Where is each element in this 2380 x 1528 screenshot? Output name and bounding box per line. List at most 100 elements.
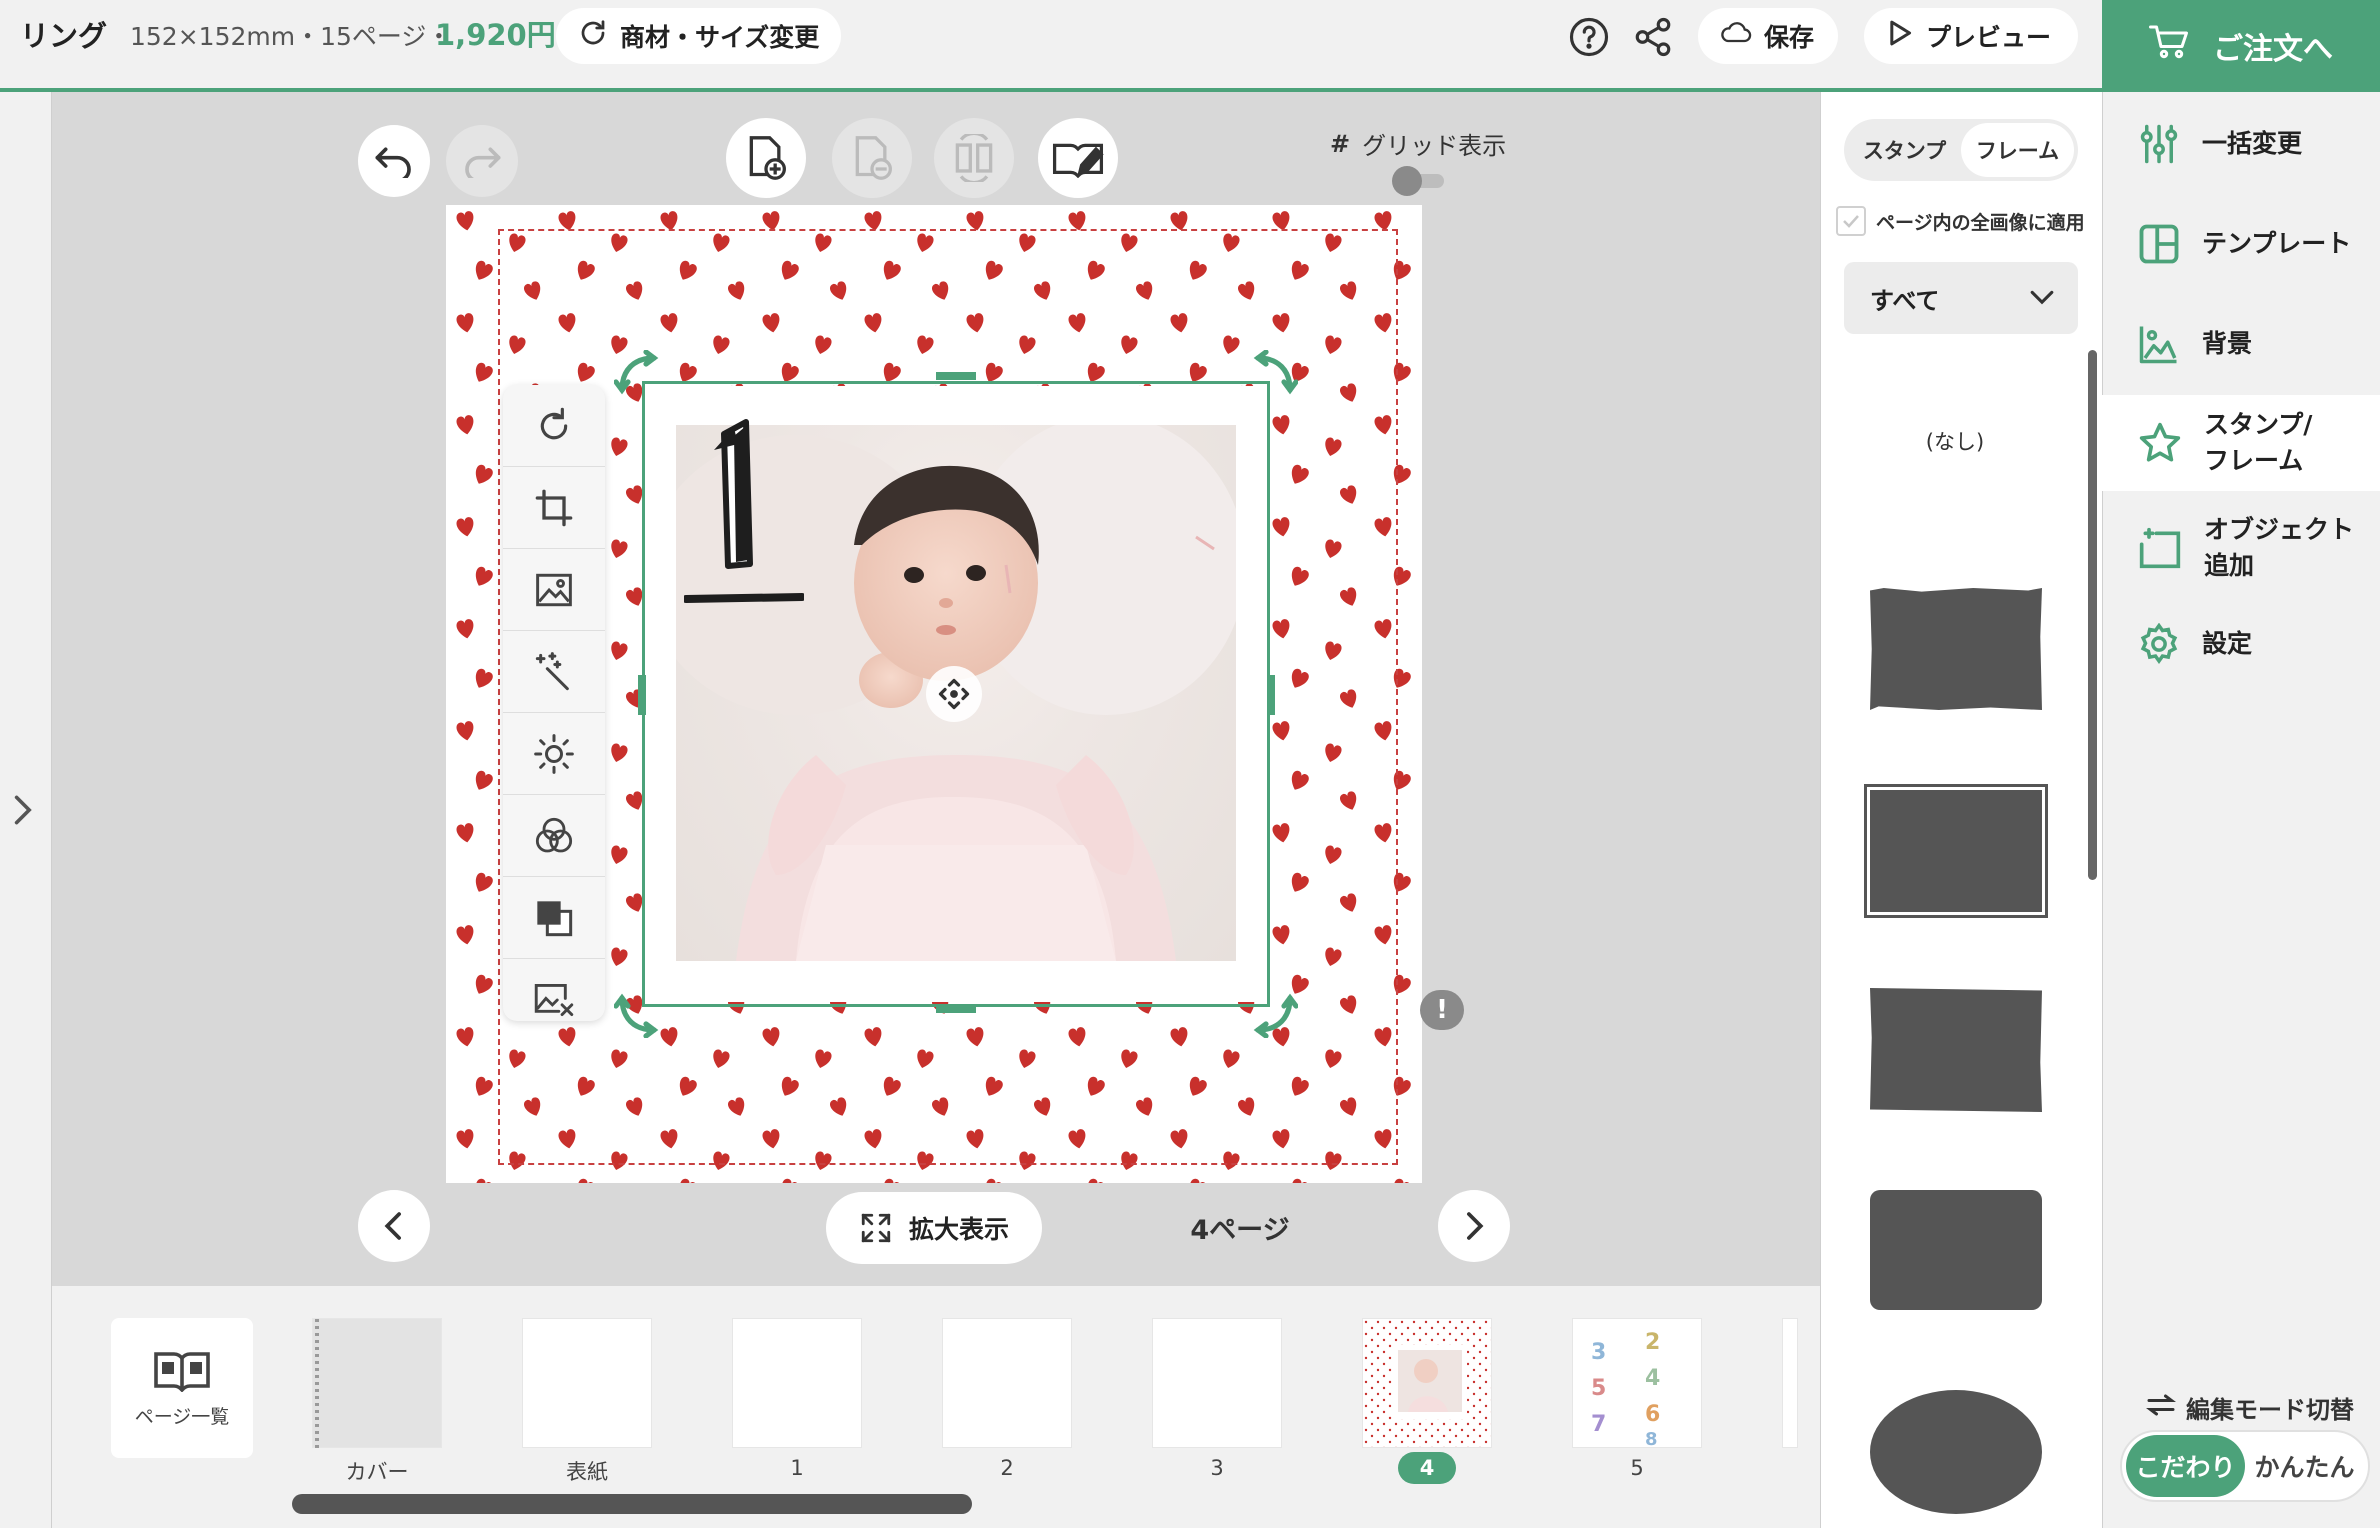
menu-item-bulk-edit[interactable]: 一括変更 [2102, 108, 2380, 180]
mode-switch-text: 編集モード切替 [2186, 1396, 2354, 1424]
thumbnail-label: 5 [1630, 1456, 1644, 1480]
brightness-tool-button[interactable] [503, 713, 605, 795]
prev-page-button[interactable] [358, 1190, 430, 1262]
menu-item-label: 設定 [2202, 629, 2253, 658]
warning-icon[interactable]: ! [1420, 990, 1464, 1030]
chevron-right-icon [1467, 1212, 1484, 1240]
edit-pages-button[interactable] [1038, 118, 1118, 198]
thumbnail-label: 表紙 [566, 1460, 608, 1484]
change-product-button[interactable]: 商材・サイズ変更 [556, 8, 842, 64]
mode-simple[interactable]: かんたん [2245, 1435, 2364, 1497]
rotate-icon [540, 407, 568, 439]
preview-label: プレビュー [1926, 23, 2052, 52]
remove-image-tool-button[interactable] [503, 959, 605, 1041]
svg-text:4: 4 [1645, 1366, 1660, 1391]
frame-option-rough[interactable] [1870, 988, 2042, 1112]
redo-button[interactable] [446, 125, 518, 197]
frame-list-scrollbar[interactable] [2088, 350, 2097, 880]
thumbnail-cover[interactable] [312, 1318, 442, 1449]
frame-option-oval[interactable] [1870, 1390, 2042, 1514]
rotate-tool-button[interactable] [503, 385, 605, 467]
menu-item-background[interactable]: 背景 [2102, 308, 2380, 380]
thumbnail-page-4[interactable] [1362, 1318, 1492, 1448]
apply-all-checkbox[interactable] [1836, 206, 1866, 236]
tab-frame[interactable]: フレーム [1961, 123, 2074, 177]
replace-image-tool-button[interactable] [503, 549, 605, 631]
thumbnail-partial[interactable] [1782, 1318, 1798, 1448]
svg-text:2: 2 [1645, 1330, 1660, 1355]
add-page-button[interactable] [726, 118, 806, 198]
svg-text:6: 6 [1645, 1402, 1660, 1427]
play-icon [1886, 18, 1914, 54]
undo-button[interactable] [358, 125, 430, 197]
star-icon [2139, 422, 2181, 462]
grid-toggle-switch[interactable] [1392, 166, 1446, 196]
resize-handle-left[interactable] [638, 675, 646, 715]
book-edit-icon [1052, 143, 1104, 178]
auto-enhance-tool-button[interactable] [503, 631, 605, 713]
frame-category-select[interactable]: すべて [1844, 262, 2078, 334]
sliders-icon [2140, 124, 2178, 164]
change-product-label: 商材・サイズ変更 [620, 23, 820, 52]
resize-handle-bottom[interactable] [936, 1005, 976, 1013]
thumbnail-scrollbar[interactable] [292, 1494, 972, 1514]
delete-page-button[interactable] [832, 118, 912, 198]
crop-tool-button[interactable] [503, 467, 605, 549]
frame-option-brush-1[interactable] [1870, 588, 2042, 710]
template-icon [2139, 224, 2179, 264]
swap-pages-icon [955, 134, 993, 182]
share-icon[interactable] [1630, 14, 1676, 60]
thumbnail-page-2[interactable] [942, 1318, 1072, 1448]
redo-icon [465, 147, 501, 178]
layers-icon [537, 900, 573, 936]
thumbnail-page-1[interactable] [732, 1318, 862, 1448]
menu-item-add-object[interactable]: オブジェクト 追加 [2102, 500, 2380, 596]
rotate-handle-bottom-right[interactable] [1246, 986, 1299, 1039]
move-icon [938, 678, 970, 710]
order-button[interactable]: ご注文へ [2102, 0, 2380, 92]
frame-option-none[interactable]: (なし) [1870, 426, 2040, 456]
color-filter-tool-button[interactable] [503, 795, 605, 877]
menu-item-stamp-frame[interactable]: スタンプ/ フレーム [2102, 395, 2380, 491]
swap-arrows-icon [2146, 1393, 2176, 1423]
svg-text:5: 5 [1591, 1376, 1606, 1401]
category-value: すべて [1870, 286, 1940, 315]
thumbnail-label: 1 [790, 1456, 804, 1480]
menu-item-settings[interactable]: 設定 [2102, 608, 2380, 680]
expand-panel-chevron-icon[interactable] [8, 792, 36, 832]
mode-advanced[interactable]: こだわり [2126, 1435, 2245, 1497]
frame-option-brush-2[interactable] [1864, 784, 2048, 918]
preview-button[interactable]: プレビュー [1864, 8, 2078, 64]
frame-option-rounded[interactable] [1870, 1190, 2042, 1310]
thumbnail-front[interactable] [522, 1318, 652, 1448]
zoom-button[interactable]: 拡大表示 [826, 1192, 1042, 1264]
thumbnail-label: 3 [1210, 1456, 1224, 1480]
thumbnail-label: 2 [1000, 1456, 1014, 1480]
layer-order-tool-button[interactable] [503, 877, 605, 959]
product-spec: 152×152mm・15ページ・ [130, 22, 452, 51]
apply-all-label: ページ内の全画像に適用 [1876, 211, 2085, 234]
ring-binding [315, 1319, 319, 1449]
menu-item-template[interactable]: テンプレート [2102, 208, 2380, 280]
move-handle[interactable] [926, 666, 982, 722]
refresh-icon [578, 18, 608, 54]
chevron-left-icon [384, 1212, 401, 1240]
thumbnail-page-3[interactable] [1152, 1318, 1282, 1448]
undo-icon [375, 147, 411, 178]
rotate-handle-top-right[interactable] [1246, 349, 1299, 402]
svg-text:7: 7 [1591, 1412, 1606, 1437]
swap-pages-button[interactable] [934, 118, 1014, 198]
rotate-handle-top-left[interactable] [613, 349, 666, 402]
svg-text:8: 8 [1645, 1429, 1658, 1449]
page-list-button[interactable]: ページ一覧 [111, 1318, 253, 1458]
thumbnail-page-5[interactable]: 3 2 5 4 7 6 8 [1572, 1318, 1702, 1450]
resize-handle-top[interactable] [936, 372, 976, 380]
resize-handle-right[interactable] [1267, 675, 1275, 715]
help-icon[interactable] [1566, 14, 1612, 60]
next-page-button[interactable] [1438, 1190, 1510, 1262]
rotate-handle-bottom-left[interactable] [613, 986, 666, 1039]
tab-stamp[interactable]: スタンプ [1848, 123, 1961, 177]
menu-item-label: 一括変更 [2202, 129, 2303, 158]
apply-all-images-option[interactable]: ページ内の全画像に適用 [1836, 206, 2085, 236]
save-button[interactable]: 保存 [1698, 8, 1838, 64]
